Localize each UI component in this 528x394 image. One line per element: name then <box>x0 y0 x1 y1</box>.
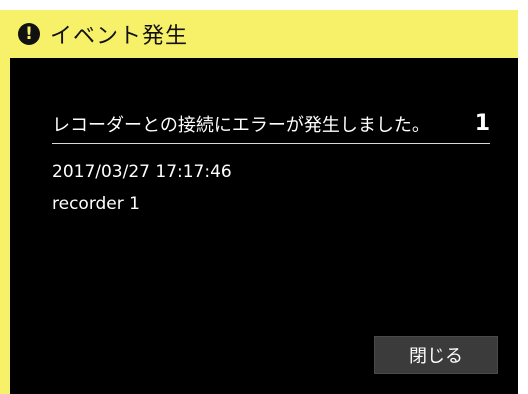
event-dialog: ! イベント発生 レコーダーとの接続にエラーが発生しました。 1 2017/03… <box>0 0 528 394</box>
exclamation-icon: ! <box>18 23 40 45</box>
event-timestamp: 2017/03/27 17:17:46 <box>52 162 232 182</box>
event-device: recorder 1 <box>52 194 140 214</box>
close-button[interactable]: 閉じる <box>374 336 498 374</box>
event-panel: レコーダーとの接続にエラーが発生しました。 1 2017/03/27 17:17… <box>10 58 518 394</box>
dialog-title: イベント発生 <box>50 24 189 49</box>
title-bar: ! イベント発生 <box>10 10 518 58</box>
event-count: 1 <box>474 111 490 136</box>
event-message-row: レコーダーとの接続にエラーが発生しました。 1 <box>52 110 490 144</box>
event-message: レコーダーとの接続にエラーが発生しました。 <box>52 114 430 136</box>
